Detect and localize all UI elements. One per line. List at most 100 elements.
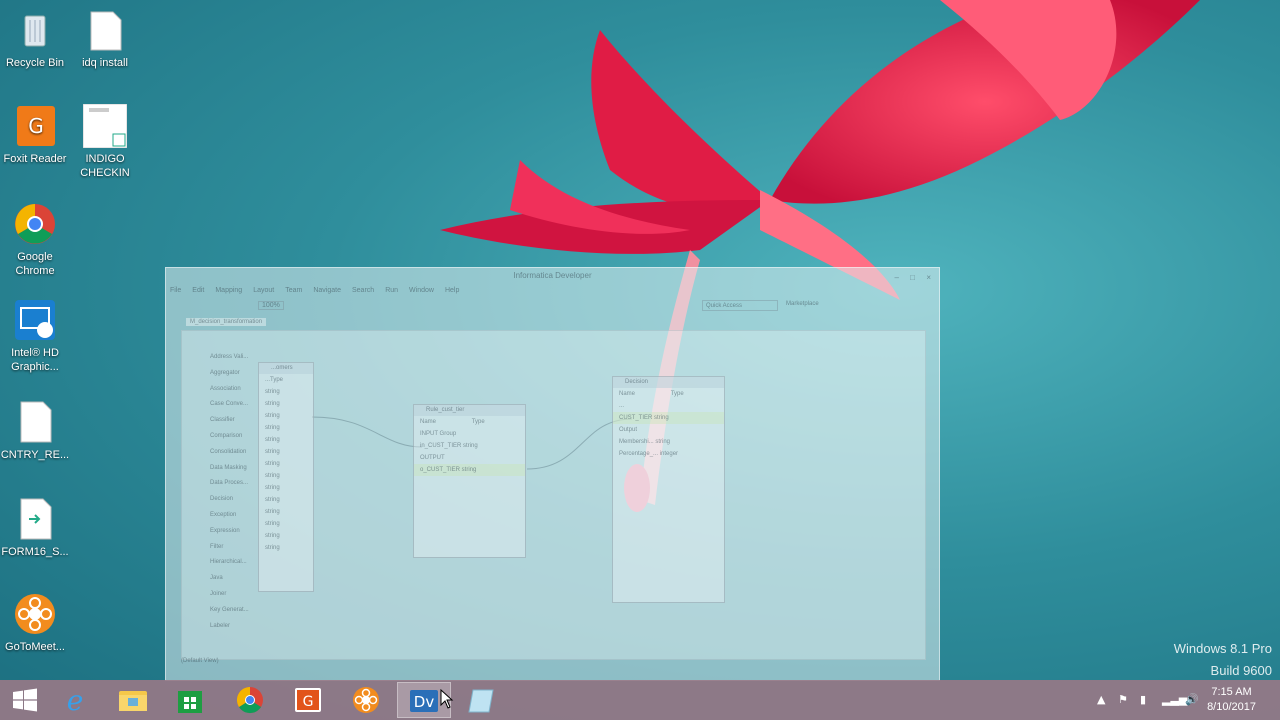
port-row[interactable]: INPUT Group — [414, 428, 525, 440]
zoom-select[interactable]: 100% — [258, 301, 284, 310]
chrome-icon — [236, 686, 263, 714]
foxit-button[interactable]: G — [281, 682, 335, 718]
decision-box-columns: Name Type — [613, 388, 724, 400]
power-icon[interactable]: ▮ — [1140, 693, 1146, 706]
desktop-icon-form16[interactable]: FORM16_S... — [0, 497, 70, 559]
desktop-icon-indigo-checkin[interactable]: INDIGO CHECKIN — [70, 103, 140, 180]
close-icon[interactable]: × — [926, 270, 931, 286]
palette-item[interactable]: Joiner — [182, 587, 257, 603]
chrome-button[interactable] — [223, 682, 277, 718]
type-cell: string — [265, 533, 280, 539]
marketplace-button[interactable]: Marketplace — [786, 301, 819, 307]
port-row[interactable]: o_CUST_TIER string — [414, 464, 525, 476]
quick-access-input[interactable]: Quick Access — [702, 300, 778, 311]
port-row[interactable]: CUST_TIER string — [613, 412, 724, 424]
palette-item[interactable]: Expression — [182, 524, 257, 540]
menu-layout[interactable]: Layout — [253, 284, 274, 298]
type-cell: string — [265, 389, 280, 395]
palette-item[interactable]: Consolidation — [182, 445, 257, 461]
palette-item[interactable]: Key Generat... — [182, 603, 257, 619]
desktop-icon-foxit-reader[interactable]: G Foxit Reader — [0, 104, 70, 166]
status-bar: (Default View) — [181, 658, 219, 664]
desktop-icon-recycle-bin[interactable]: Recycle Bin — [0, 8, 70, 70]
menu-navigate[interactable]: Navigate — [313, 284, 341, 298]
volume-icon[interactable]: 🔊 — [1185, 693, 1199, 706]
clock-time: 7:15 AM — [1211, 686, 1252, 698]
maximize-icon[interactable]: □ — [910, 270, 915, 286]
rule-cust-tier-box[interactable]: Rule_cust_tier Name Type INPUT Group in_… — [413, 404, 526, 558]
menu-window[interactable]: Window — [409, 284, 434, 298]
store-button[interactable] — [163, 682, 217, 718]
desktop-icon-label: Recycle Bin — [5, 57, 65, 69]
port-row[interactable]: Membershi... string — [613, 436, 724, 448]
type-cell: string — [265, 425, 280, 431]
palette-item[interactable]: Decision — [182, 492, 257, 508]
decision-box-title: Decision — [613, 377, 724, 388]
palette-item[interactable]: Comparison — [182, 429, 257, 445]
minimize-icon[interactable]: – — [895, 270, 899, 286]
desktop-icon-google-chrome[interactable]: Google Chrome — [0, 202, 70, 278]
desktop-icon-idq-install[interactable]: idq install — [70, 8, 140, 70]
port-row[interactable]: in_CUST_TIER string — [414, 440, 525, 452]
menu-edit[interactable]: Edit — [192, 284, 204, 298]
port-row[interactable]: Percentage_... integer — [613, 448, 724, 460]
svg-text:G: G — [303, 694, 314, 710]
column-type-header: Type — [471, 419, 485, 425]
palette-item[interactable]: Classifier — [182, 413, 257, 429]
menu-run[interactable]: Run — [385, 284, 398, 298]
dv-label: Dv — [414, 693, 435, 711]
menu-bar: File Edit Mapping Layout Team Navigate S… — [166, 284, 939, 298]
tab-mapping-editor[interactable]: M_decision_transformation — [186, 318, 267, 326]
foxit-icon: G — [295, 688, 321, 712]
window-titlebar[interactable]: Informatica Developer – □ × — [166, 268, 939, 284]
watermark-build: Build 9600 — [1210, 663, 1272, 678]
main-toolbar: 100% Quick Access Marketplace — [166, 298, 939, 314]
palette-item[interactable]: Data Proces... — [182, 476, 257, 492]
network-signal-icon[interactable]: ▂▃▅ — [1162, 693, 1187, 706]
column-name-header: Name — [420, 419, 437, 425]
desktop-icon-gotomeeting[interactable]: GoToMeet... — [0, 592, 70, 654]
port-row[interactable]: Output — [613, 424, 724, 436]
desktop-icon-label: idq install — [82, 57, 128, 69]
notebook-button[interactable] — [455, 682, 509, 718]
port-row[interactable]: OUTPUT — [414, 452, 525, 464]
gotomeeting-button[interactable] — [339, 682, 393, 718]
decision-box[interactable]: Decision Name Type ... CUST_TIER string … — [612, 376, 725, 603]
menu-team[interactable]: Team — [285, 284, 302, 298]
menu-file[interactable]: File — [170, 284, 181, 298]
type-cell: string — [265, 437, 280, 443]
palette-item[interactable]: Exception — [182, 508, 257, 524]
menu-help[interactable]: Help — [445, 284, 459, 298]
internet-explorer-button[interactable]: e — [48, 682, 102, 718]
palette-item[interactable]: Association — [182, 382, 257, 398]
type-cell: string — [265, 485, 280, 491]
desktop-icon-label: Google Chrome — [15, 251, 55, 277]
palette-item[interactable]: Filter — [182, 540, 257, 556]
desktop-icon-intel-graphics[interactable]: Intel® HD Graphic... — [0, 298, 70, 374]
menu-mapping[interactable]: Mapping — [215, 284, 242, 298]
menu-search[interactable]: Search — [352, 284, 374, 298]
gotomeeting-icon — [353, 687, 379, 713]
palette-item[interactable]: Address Vali... — [182, 350, 257, 366]
palette-item[interactable]: Java — [182, 571, 257, 587]
file-explorer-button[interactable] — [106, 682, 160, 718]
informatica-developer-window[interactable]: Informatica Developer – □ × File Edit Ma… — [165, 267, 940, 681]
windows-version-watermark: Windows 8.1 Pro Build 9600 — [1174, 638, 1272, 682]
port-row[interactable]: ... — [613, 400, 724, 412]
palette-item[interactable]: Labeler — [182, 619, 257, 635]
taskbar: e G Dv ▲ ⚑ ▮ ▂▃▅ 🔊 7:15 AM 8/10/2017 — [0, 680, 1280, 720]
show-hidden-icons-icon[interactable]: ▲ — [1097, 693, 1105, 706]
palette-item[interactable]: Hierarchical... — [182, 555, 257, 571]
start-button[interactable] — [0, 682, 54, 718]
desktop-icon-cntry-re[interactable]: CNTRY_RE... — [0, 400, 70, 462]
palette-item[interactable]: Aggregator — [182, 366, 257, 382]
palette-item[interactable]: Case Conve... — [182, 397, 257, 413]
customers-source-box[interactable]: ...omers ...Type string string string st… — [258, 362, 314, 592]
type-cell: string — [265, 545, 280, 551]
desktop-icon-label: GoToMeet... — [5, 641, 65, 653]
taskbar-clock[interactable]: 7:15 AM 8/10/2017 — [1207, 685, 1256, 715]
type-cell: string — [265, 509, 280, 515]
palette-item[interactable]: Data Masking — [182, 461, 257, 477]
action-center-flag-icon[interactable]: ⚑ — [1118, 693, 1128, 706]
chrome-icon — [13, 202, 57, 246]
